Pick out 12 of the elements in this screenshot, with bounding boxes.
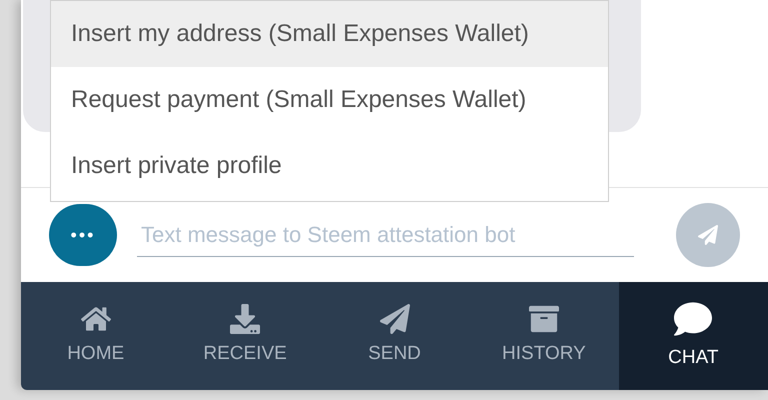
menu-item[interactable]: Insert my address (Small Expenses Wallet) [51, 1, 608, 67]
paper-plane-icon [380, 304, 410, 334]
message-field[interactable]: Text message to Steem attestation bot [137, 213, 634, 257]
archive-icon [528, 304, 559, 334]
send-icon [698, 225, 718, 245]
nav-tab[interactable]: HOME [21, 282, 170, 390]
more-button[interactable]: ••• [49, 204, 117, 266]
download-icon [230, 304, 260, 334]
nav-tab[interactable]: RECEIVE [170, 282, 320, 390]
nav-tab[interactable]: HISTORY [469, 282, 619, 390]
nav-tab[interactable]: SEND [320, 282, 470, 390]
nav-tab[interactable]: CHAT [618, 282, 768, 390]
